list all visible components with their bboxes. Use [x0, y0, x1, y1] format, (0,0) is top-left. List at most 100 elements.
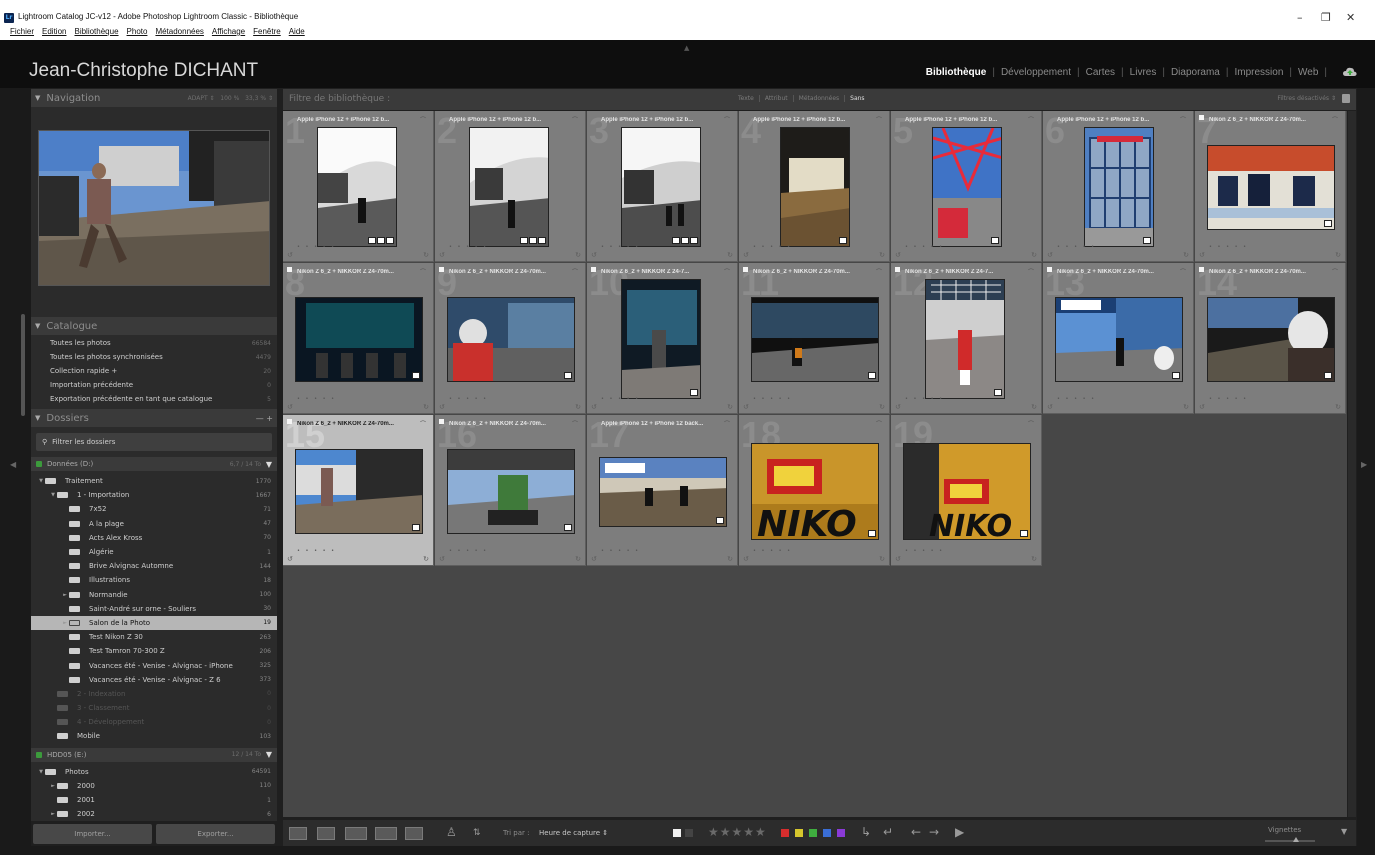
- pick-flag-icon[interactable]: [895, 267, 900, 272]
- pick-flag-icon[interactable]: [673, 829, 681, 837]
- filter-tab-metadata[interactable]: Métadonnées: [794, 95, 846, 102]
- thumbnail-image[interactable]: [1207, 297, 1335, 382]
- quick-collection-icon[interactable]: ⌒: [572, 115, 578, 124]
- rotate-left-icon[interactable]: ↺: [895, 251, 901, 259]
- thumbnail-cell[interactable]: 7 Nikon Z 6_2 + NIKKOR Z 24-70m... ⌒ • • • …: [1195, 111, 1346, 262]
- rotate-left-icon[interactable]: ↺: [439, 403, 445, 411]
- folder-row[interactable]: Illustrations 18: [31, 573, 277, 587]
- menu-edition[interactable]: Edition: [42, 27, 66, 36]
- thumbnail-rating[interactable]: • • • • •: [1209, 396, 1248, 402]
- thumbnail-rating[interactable]: • • • • •: [449, 548, 488, 554]
- thumbnail-cell[interactable]: 5 Apple iPhone 12 + iPhone 12 b... ⌒ • • • …: [891, 111, 1042, 262]
- rotate-left-icon[interactable]: ↺: [591, 555, 597, 563]
- thumbnail-size-knob[interactable]: [1293, 837, 1299, 842]
- folder-row[interactable]: A la plage 47: [31, 517, 277, 531]
- edit-badge-icon[interactable]: [377, 237, 385, 244]
- folders-header[interactable]: ▼ Dossiers — +: [31, 409, 277, 427]
- folder-row[interactable]: Algérie 1: [31, 545, 277, 559]
- quick-collection-icon[interactable]: ⌒: [572, 419, 578, 428]
- thumbnail-image[interactable]: [447, 449, 575, 534]
- compare-view-icon[interactable]: [345, 827, 367, 840]
- folder-row[interactable]: Test Nikon Z 30 263: [31, 630, 277, 644]
- rotate-right-icon[interactable]: ↻: [1183, 251, 1189, 259]
- thumbnail-image[interactable]: [599, 457, 727, 527]
- folder-row[interactable]: Test Tamron 70-300 Z 206: [31, 644, 277, 658]
- quick-collection-icon[interactable]: ⌒: [420, 115, 426, 124]
- edit-badge-icon[interactable]: [564, 372, 572, 379]
- module-bibliotheque[interactable]: Bibliothèque: [920, 67, 993, 78]
- rotate-right-icon[interactable]: ↻: [575, 403, 581, 411]
- spray-can-icon[interactable]: ♙: [446, 825, 457, 839]
- minimize-icon[interactable]: –: [1297, 11, 1303, 24]
- filter-tab-attribute[interactable]: Attribut: [760, 95, 794, 102]
- rotate-left-icon[interactable]: ↺: [439, 555, 445, 563]
- pick-flag-icon[interactable]: [1199, 115, 1204, 120]
- pick-flag-icon[interactable]: [1199, 267, 1204, 272]
- disclosure-triangle-icon[interactable]: ▼: [49, 492, 57, 498]
- thumbnail-image[interactable]: [932, 127, 1002, 247]
- rotate-right-icon[interactable]: ↻: [423, 251, 429, 259]
- lock-icon[interactable]: [1342, 94, 1350, 103]
- thumbnail-rating[interactable]: • • • • •: [905, 396, 944, 402]
- pick-flag-icon[interactable]: [439, 267, 444, 272]
- folder-row[interactable]: Vacances été - Venise - Alvignac - iPhon…: [31, 658, 277, 672]
- edit-badge-icon[interactable]: [520, 237, 528, 244]
- folder-row[interactable]: 3 - Classement 0: [31, 701, 277, 715]
- rotate-left-icon[interactable]: ↳: [861, 825, 871, 839]
- edit-badge-icon[interactable]: [538, 237, 546, 244]
- edit-badge-icon[interactable]: [1020, 530, 1028, 537]
- catalog-row-quick-collection[interactable]: Collection rapide + 20: [31, 364, 277, 378]
- thumbnail-rating[interactable]: • • • • •: [753, 548, 792, 554]
- edit-badge-icon[interactable]: [868, 530, 876, 537]
- disclosure-triangle-icon[interactable]: ▼: [37, 478, 45, 484]
- thumbnail-cell[interactable]: 8 Nikon Z 6_2 + NIKKOR Z 24-70m... ⌒ • • • …: [283, 263, 434, 414]
- disclosure-triangle-icon[interactable]: ▼: [37, 769, 45, 775]
- edit-badge-icon[interactable]: [994, 389, 1002, 396]
- catalog-row-synced[interactable]: Toutes les photos synchronisées 4479: [31, 350, 277, 364]
- edit-badge-icon[interactable]: [412, 524, 420, 531]
- rotate-left-icon[interactable]: ↺: [287, 251, 293, 259]
- filter-presets-dropdown[interactable]: Filtres désactivés ⇕: [1277, 95, 1336, 102]
- folder-row[interactable]: 7x52 71: [31, 502, 277, 516]
- pick-flag-icon[interactable]: [743, 267, 748, 272]
- edit-badge-icon[interactable]: [868, 372, 876, 379]
- rotate-right-icon[interactable]: ↻: [1335, 251, 1341, 259]
- thumbnail-cell[interactable]: 6 Apple iPhone 12 + iPhone 12 b... ⌒ • • • …: [1043, 111, 1194, 262]
- restore-icon[interactable]: ❐: [1321, 11, 1331, 24]
- rotate-left-icon[interactable]: ↺: [1199, 251, 1205, 259]
- edit-badge-icon[interactable]: [412, 372, 420, 379]
- quick-collection-icon[interactable]: ⌒: [420, 267, 426, 276]
- quick-collection-icon[interactable]: ⌒: [876, 419, 882, 428]
- thumbnail-cell[interactable]: 17 Apple iPhone 12 + iPhone 12 back... ⌒ • …: [587, 415, 738, 566]
- folder-row[interactable]: 4 - Développement 0: [31, 715, 277, 729]
- volume-donnees[interactable]: Données (D:) 6,7 / 14 To ▼: [31, 457, 277, 471]
- thumbnail-cell[interactable]: 1 Apple iPhone 12 + iPhone 12 b... ⌒ • • • …: [283, 111, 434, 262]
- thumbnail-rating[interactable]: • • • • •: [449, 396, 488, 402]
- rotate-left-icon[interactable]: ↺: [439, 251, 445, 259]
- menu-metadonnees[interactable]: Métadonnées: [155, 27, 203, 36]
- reject-flag-icon[interactable]: [685, 829, 693, 837]
- menu-photo[interactable]: Photo: [127, 27, 148, 36]
- quick-collection-icon[interactable]: ⌒: [1332, 115, 1338, 124]
- thumbnail-rating[interactable]: • • • • •: [297, 548, 336, 554]
- color-label-red[interactable]: [781, 829, 789, 837]
- color-label-yellow[interactable]: [795, 829, 803, 837]
- edit-badge-icon[interactable]: [716, 517, 724, 524]
- rotate-right-icon[interactable]: ↻: [879, 403, 885, 411]
- thumbnail-cell[interactable]: 12 Nikon Z 6_2 + NIKKOR Z 24-7... ⌒ • • • •…: [891, 263, 1042, 414]
- disclosure-triangle-icon[interactable]: ►: [49, 811, 57, 817]
- rotate-right-icon[interactable]: ↻: [1183, 403, 1189, 411]
- edit-badge-icon[interactable]: [1324, 220, 1332, 227]
- rotate-left-icon[interactable]: ↺: [287, 403, 293, 411]
- menu-fenetre[interactable]: Fenêtre: [253, 27, 281, 36]
- thumbnail-image[interactable]: [295, 297, 423, 382]
- rotate-left-icon[interactable]: ↺: [1047, 251, 1053, 259]
- thumbnail-rating[interactable]: • • • • •: [905, 244, 944, 250]
- thumbnail-image[interactable]: [621, 127, 701, 247]
- rotate-left-icon[interactable]: ↺: [1199, 403, 1205, 411]
- folder-row[interactable]: Vacances été - Venise - Alvignac - Z 6 37…: [31, 673, 277, 687]
- pick-flag-icon[interactable]: [1047, 267, 1052, 272]
- rotate-left-icon[interactable]: ↺: [895, 403, 901, 411]
- rotate-right-icon[interactable]: ↻: [423, 555, 429, 563]
- thumbnail-image[interactable]: [751, 297, 879, 382]
